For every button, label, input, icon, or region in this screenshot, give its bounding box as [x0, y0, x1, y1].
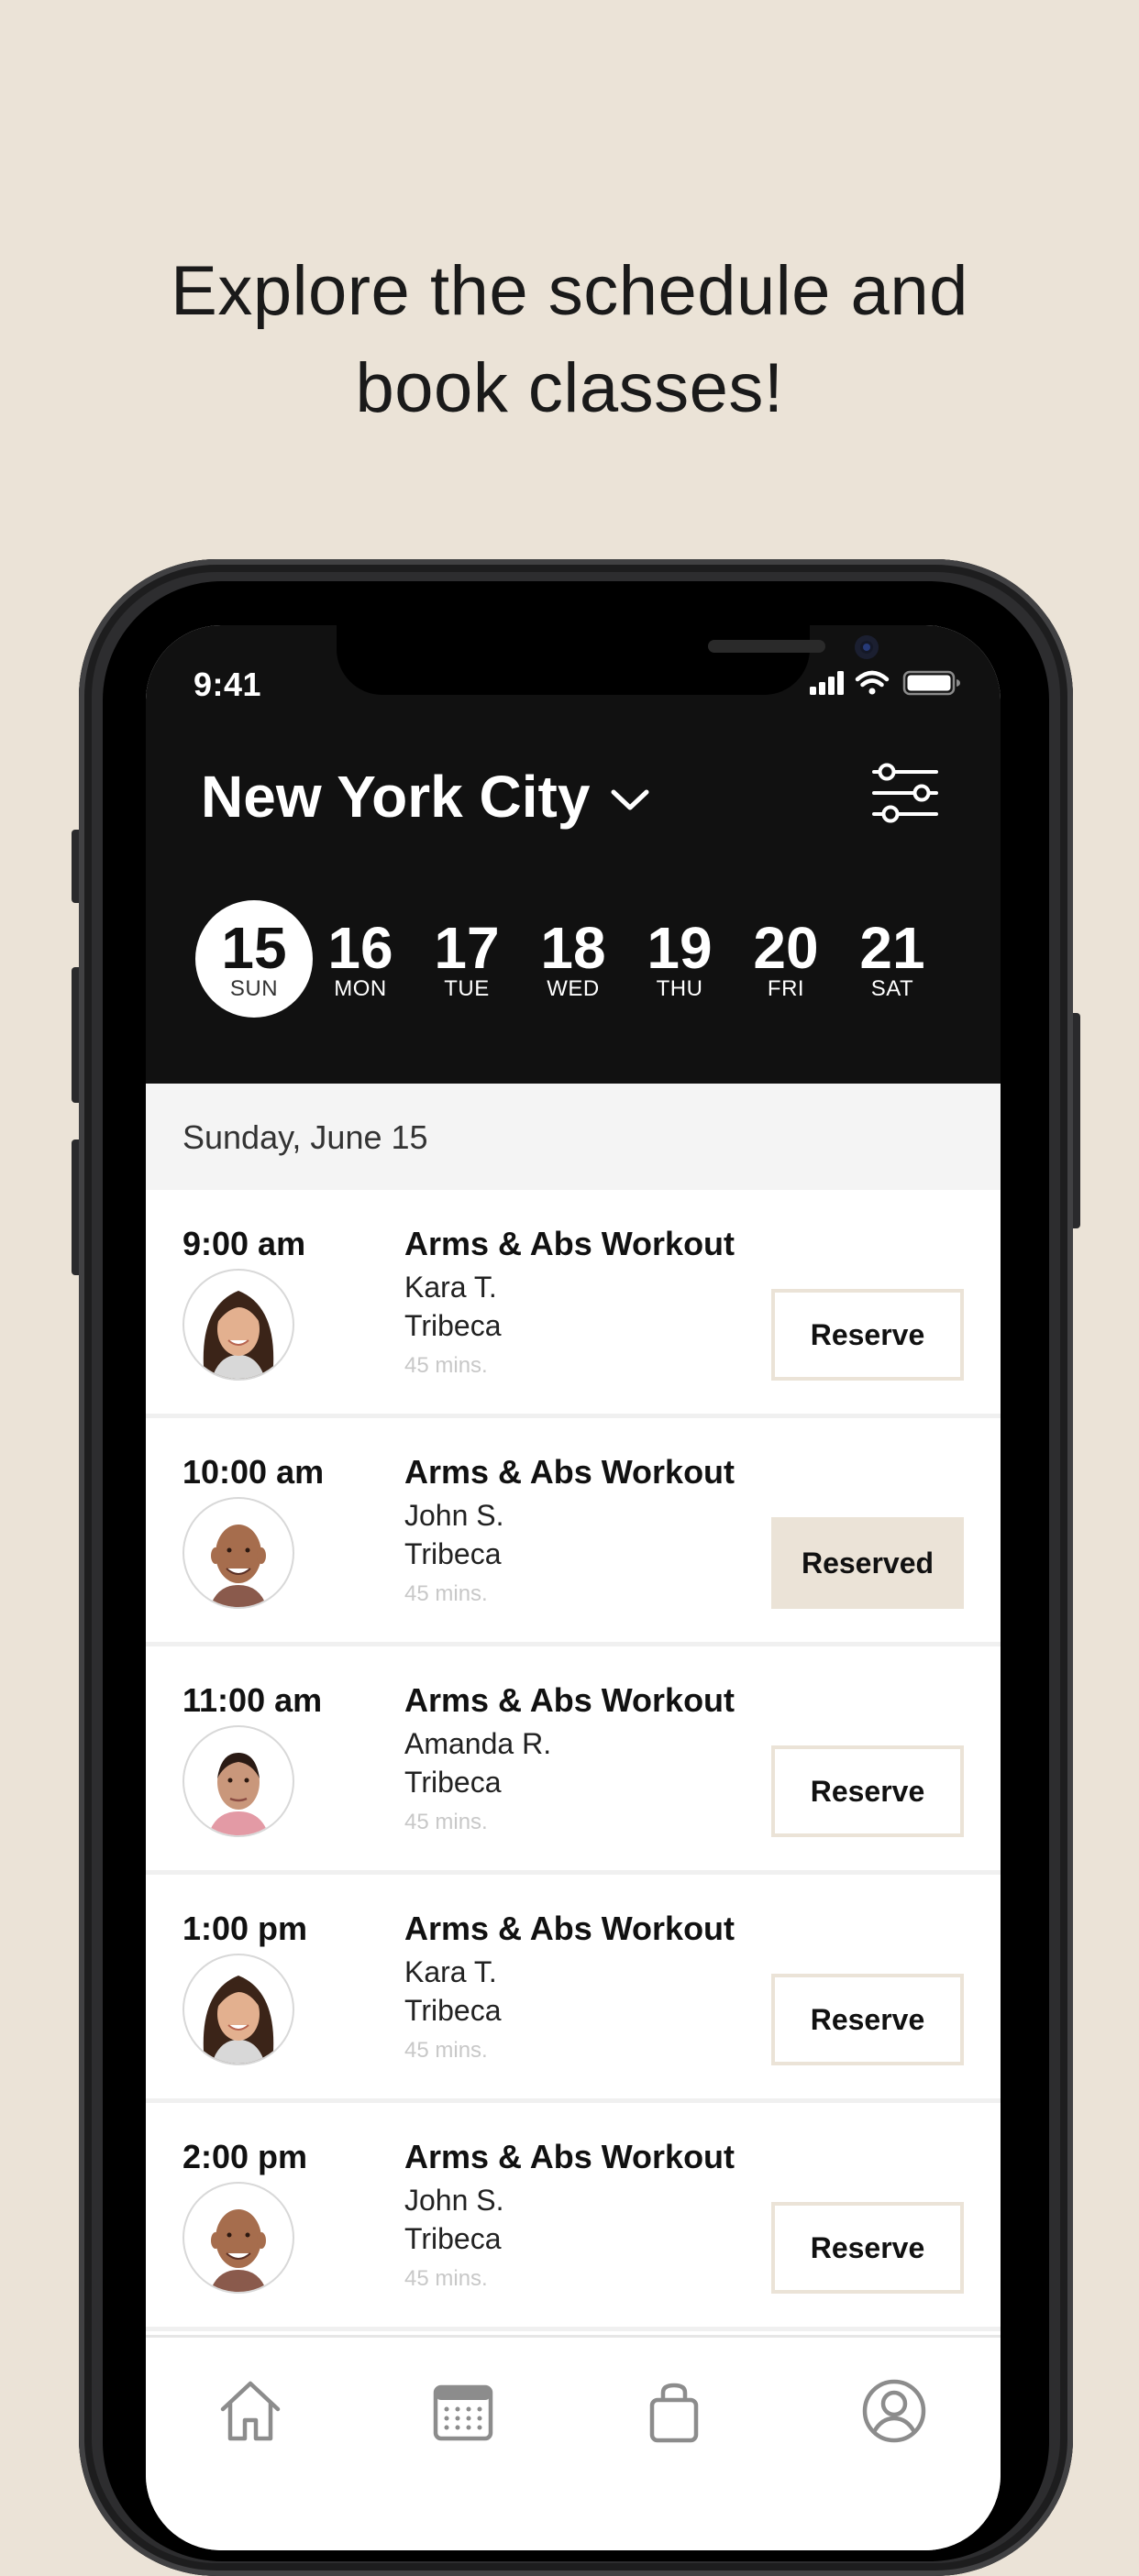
tab-shop[interactable]	[637, 2374, 711, 2448]
day-of-week: SUN	[229, 976, 279, 1001]
instructor-avatar	[182, 1725, 294, 1837]
tab-schedule[interactable]	[426, 2374, 500, 2448]
phone-screen: 9:41 New York City 15 SUN 16 MON 17 TUE …	[146, 625, 1001, 2550]
day-number: 20	[753, 915, 819, 981]
speaker-grille	[708, 640, 825, 653]
class-duration: 45 mins.	[404, 2038, 488, 2063]
shopping-bag-icon	[649, 2383, 699, 2443]
selected-date-label: Sunday, June 15	[182, 1118, 428, 1156]
class-duration: 45 mins.	[404, 2266, 488, 2291]
bottom-tab-bar	[146, 2335, 1001, 2550]
class-instructor: John S.	[404, 2184, 504, 2217]
day-item-16[interactable]: 16 MON	[302, 900, 419, 1018]
filter-button[interactable]	[870, 761, 940, 825]
day-of-week: SAT	[870, 976, 914, 1001]
day-selector: 15 SUN 16 MON 17 TUE 18 WED 19 THU 20 FR…	[195, 900, 953, 1018]
day-number: 19	[647, 915, 713, 981]
class-location: Tribeca	[404, 1537, 502, 1570]
class-title: Arms & Abs Workout	[404, 1453, 735, 1491]
class-duration: 45 mins.	[404, 1810, 488, 1834]
class-duration: 45 mins.	[404, 1353, 488, 1378]
home-icon	[220, 2381, 281, 2441]
class-title: Arms & Abs Workout	[404, 1910, 735, 1947]
class-row: 1:00 pm Arms & Abs Workout Kara T. Tribe…	[146, 1875, 1001, 2103]
class-row: 9:00 am Arms & Abs Workout Kara T. Tribe…	[146, 1190, 1001, 1418]
class-time: 2:00 pm	[182, 2138, 308, 2175]
class-time: 10:00 am	[182, 1453, 325, 1491]
day-of-week: TUE	[444, 976, 490, 1001]
day-number: 17	[434, 915, 500, 981]
class-location: Tribeca	[404, 1309, 502, 1342]
reserved-button[interactable]: Reserved	[771, 1517, 964, 1609]
class-location: Tribeca	[404, 1766, 502, 1799]
tab-profile[interactable]	[857, 2374, 931, 2448]
class-list: 9:00 am Arms & Abs Workout Kara T. Tribe…	[146, 1190, 1001, 2331]
promo-headline-line2: book classes!	[355, 349, 784, 427]
class-instructor: John S.	[404, 1499, 504, 1532]
class-row: 11:00 am Arms & Abs Workout Amanda R. Tr…	[146, 1646, 1001, 1875]
class-time: 11:00 am	[182, 1681, 323, 1719]
calendar-icon	[433, 2384, 493, 2441]
day-number: 21	[859, 915, 925, 981]
day-item-21[interactable]: 21 SAT	[834, 900, 951, 1018]
battery-icon	[902, 670, 960, 696]
day-item-18[interactable]: 18 WED	[514, 900, 632, 1018]
class-row: 2:00 pm Arms & Abs Workout John S. Tribe…	[146, 2103, 1001, 2331]
day-item-19[interactable]: 19 THU	[621, 900, 738, 1018]
class-instructor: Kara T.	[404, 1955, 497, 1988]
selected-date-bar: Sunday, June 15	[146, 1084, 1001, 1190]
class-duration: 45 mins.	[404, 1581, 488, 1606]
instructor-avatar	[182, 1497, 294, 1609]
signal-icon	[810, 671, 844, 695]
chevron-down-icon	[610, 787, 650, 818]
day-number: 15	[221, 915, 287, 981]
day-item-20[interactable]: 20 FRI	[727, 900, 845, 1018]
day-of-week: MON	[334, 976, 387, 1001]
phone-notch	[337, 625, 879, 695]
class-instructor: Amanda R.	[404, 1727, 552, 1760]
day-of-week: THU	[656, 976, 703, 1001]
class-time: 1:00 pm	[182, 1910, 308, 1947]
city-title: New York City	[201, 764, 591, 830]
tab-home[interactable]	[214, 2374, 287, 2448]
front-camera	[855, 635, 879, 659]
class-time: 9:00 am	[182, 1225, 306, 1262]
wifi-icon	[855, 670, 890, 695]
class-instructor: Kara T.	[404, 1271, 497, 1304]
instructor-avatar	[182, 1954, 294, 2065]
instructor-avatar	[182, 1269, 294, 1381]
day-of-week: WED	[547, 976, 600, 1001]
class-row: 10:00 am Arms & Abs Workout John S. Trib…	[146, 1418, 1001, 1646]
reserve-button[interactable]: Reserve	[771, 1974, 964, 2065]
day-item-15[interactable]: 15 SUN	[195, 900, 313, 1018]
promo-headline-line1: Explore the schedule and	[171, 252, 968, 330]
reserve-button[interactable]: Reserve	[771, 1745, 964, 1837]
class-location: Tribeca	[404, 2222, 502, 2255]
day-number: 18	[540, 915, 606, 981]
reserve-button[interactable]: Reserve	[771, 1289, 964, 1381]
app-header: 9:41 New York City 15 SUN 16 MON 17 TUE …	[146, 625, 1001, 1084]
class-title: Arms & Abs Workout	[404, 1225, 735, 1262]
filter-sliders-icon	[872, 763, 938, 823]
status-bar-icons	[810, 669, 964, 697]
reserve-button[interactable]: Reserve	[771, 2202, 964, 2294]
profile-icon	[862, 2379, 926, 2443]
day-of-week: FRI	[767, 976, 805, 1001]
status-bar-time: 9:41	[194, 666, 262, 703]
class-title: Arms & Abs Workout	[404, 2138, 735, 2175]
class-title: Arms & Abs Workout	[404, 1681, 735, 1719]
city-selector[interactable]: New York City	[201, 763, 650, 831]
day-item-17[interactable]: 17 TUE	[408, 900, 525, 1018]
promo-headline: Explore the schedule and book classes!	[0, 243, 1139, 437]
class-location: Tribeca	[404, 1994, 502, 2027]
instructor-avatar	[182, 2182, 294, 2294]
day-number: 16	[327, 915, 393, 981]
